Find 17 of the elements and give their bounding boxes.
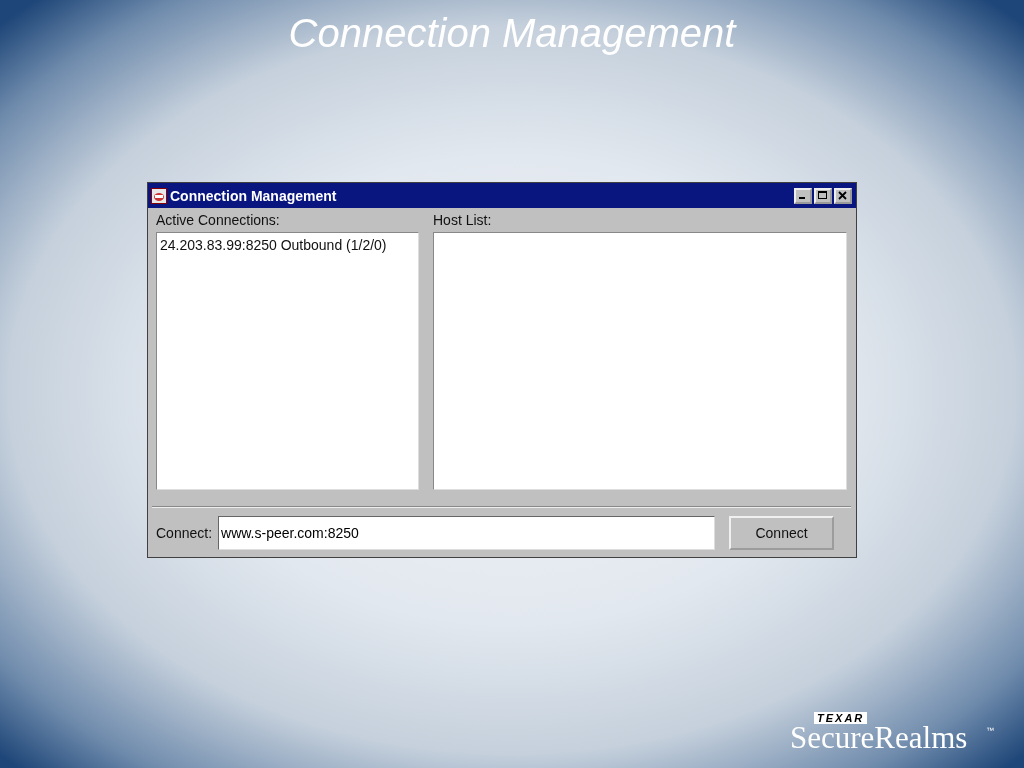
window-title: Connection Management <box>170 187 337 204</box>
close-button[interactable] <box>834 187 852 204</box>
list-label: Active Connections: <box>156 212 281 228</box>
maximize-icon <box>818 191 828 200</box>
connection-item[interactable]: 24.203.83.99:8250 Outbound (1/2/0) <box>157 233 418 257</box>
connect-label: Connect: <box>156 525 213 541</box>
list-label: Host List: <box>433 212 493 228</box>
address-input-field[interactable]: www.s-peer.com:8250 <box>218 516 716 550</box>
close-icon <box>838 191 848 200</box>
trademark-mark: ™ <box>986 726 994 735</box>
logo-text: SecureRealms <box>790 721 968 755</box>
maximize-button[interactable] <box>814 187 832 204</box>
logo-tag: TEXAR <box>814 712 868 724</box>
app-icon <box>151 187 167 204</box>
connect-button[interactable]: Connect <box>729 516 835 550</box>
minimize-button[interactable] <box>794 187 812 204</box>
slide-title: Connection Management <box>288 10 736 56</box>
